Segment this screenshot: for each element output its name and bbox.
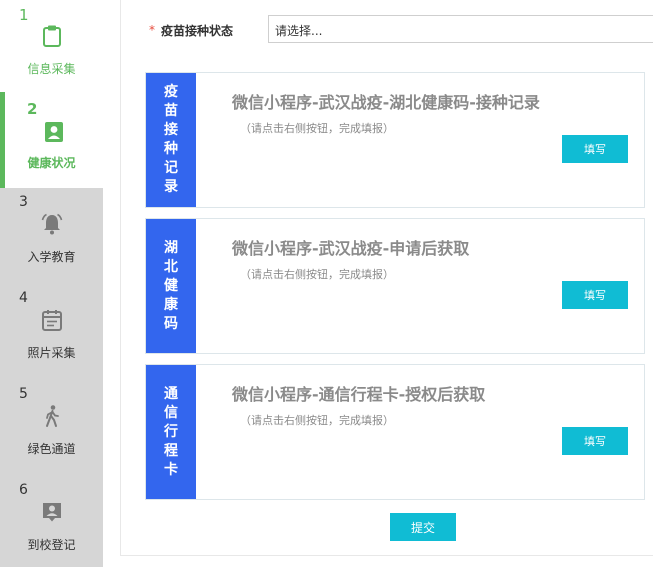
step-number: 3	[19, 194, 28, 210]
vaccine-status-row: * 疫苗接种状态 请选择...	[149, 15, 653, 43]
card-tab: 湖北健康码	[146, 219, 196, 353]
step-green-channel[interactable]: 5 绿色通道	[0, 380, 103, 476]
step-number: 2	[27, 100, 38, 118]
submit-button[interactable]: 提交	[390, 513, 456, 541]
vaccine-status-select[interactable]: 请选择...	[268, 15, 653, 43]
vaccination-record-card: 疫苗接种记录 微信小程序-武汉战疫-湖北健康码-接种记录 （请点击右侧按钮，完成…	[145, 72, 645, 208]
walking-person-icon	[40, 404, 64, 428]
step-photo-collection[interactable]: 4 照片采集	[0, 284, 103, 380]
user-badge-icon	[42, 120, 66, 144]
step-label: 到校登记	[27, 538, 76, 552]
card-title: 微信小程序-武汉战疫-湖北健康码-接种记录	[232, 93, 540, 112]
step-label: 入学教育	[27, 250, 76, 264]
health-code-card: 湖北健康码 微信小程序-武汉战疫-申请后获取 （请点击右侧按钮，完成填报） 填写	[145, 218, 645, 354]
step-sidebar: 1 信息采集 2 健康状况 3 入学教育 4 照片采集 5 绿色通道 6 到校登…	[0, 0, 103, 567]
step-enrollment-education[interactable]: 3 入学教育	[0, 188, 103, 284]
step-label: 健康状况	[27, 156, 76, 170]
card-tab: 疫苗接种记录	[146, 73, 196, 207]
vaccine-status-label: 疫苗接种状态	[161, 24, 234, 38]
required-mark: *	[149, 23, 155, 37]
step-number: 6	[19, 482, 28, 498]
step-label: 照片采集	[27, 346, 76, 360]
step-label: 信息采集	[27, 62, 76, 76]
step-health-status[interactable]: 2 健康状况	[0, 92, 103, 188]
step-label: 绿色通道	[27, 442, 76, 456]
card-hint: （请点击右侧按钮，完成填报）	[240, 268, 394, 281]
step-number: 1	[19, 6, 29, 24]
user-card-icon	[40, 500, 64, 524]
fill-button[interactable]: 填写	[562, 427, 628, 455]
page: 1 信息采集 2 健康状况 3 入学教育 4 照片采集 5 绿色通道 6 到校登…	[0, 0, 653, 567]
card-tab-label: 疫苗接种记录	[164, 84, 178, 195]
card-title: 微信小程序-武汉战疫-申请后获取	[232, 239, 470, 258]
card-tab-label: 湖北健康码	[164, 239, 178, 332]
calendar-icon	[40, 308, 64, 332]
step-info-collection[interactable]: 1 信息采集	[0, 0, 103, 96]
fill-button[interactable]: 填写	[562, 135, 628, 163]
bell-icon	[40, 212, 64, 236]
clipboard-icon	[40, 24, 64, 48]
card-hint: （请点击右侧按钮，完成填报）	[240, 122, 394, 135]
card-hint: （请点击右侧按钮，完成填报）	[240, 414, 394, 427]
card-tab-label: 通信行程卡	[164, 385, 178, 478]
step-number: 5	[19, 386, 28, 402]
step-number: 4	[19, 290, 28, 306]
card-title: 微信小程序-通信行程卡-授权后获取	[232, 385, 486, 404]
card-tab: 通信行程卡	[146, 365, 196, 499]
itinerary-card: 通信行程卡 微信小程序-通信行程卡-授权后获取 （请点击右侧按钮，完成填报） 填…	[145, 364, 645, 500]
fill-button[interactable]: 填写	[562, 281, 628, 309]
step-school-registration[interactable]: 6 到校登记	[0, 476, 103, 567]
